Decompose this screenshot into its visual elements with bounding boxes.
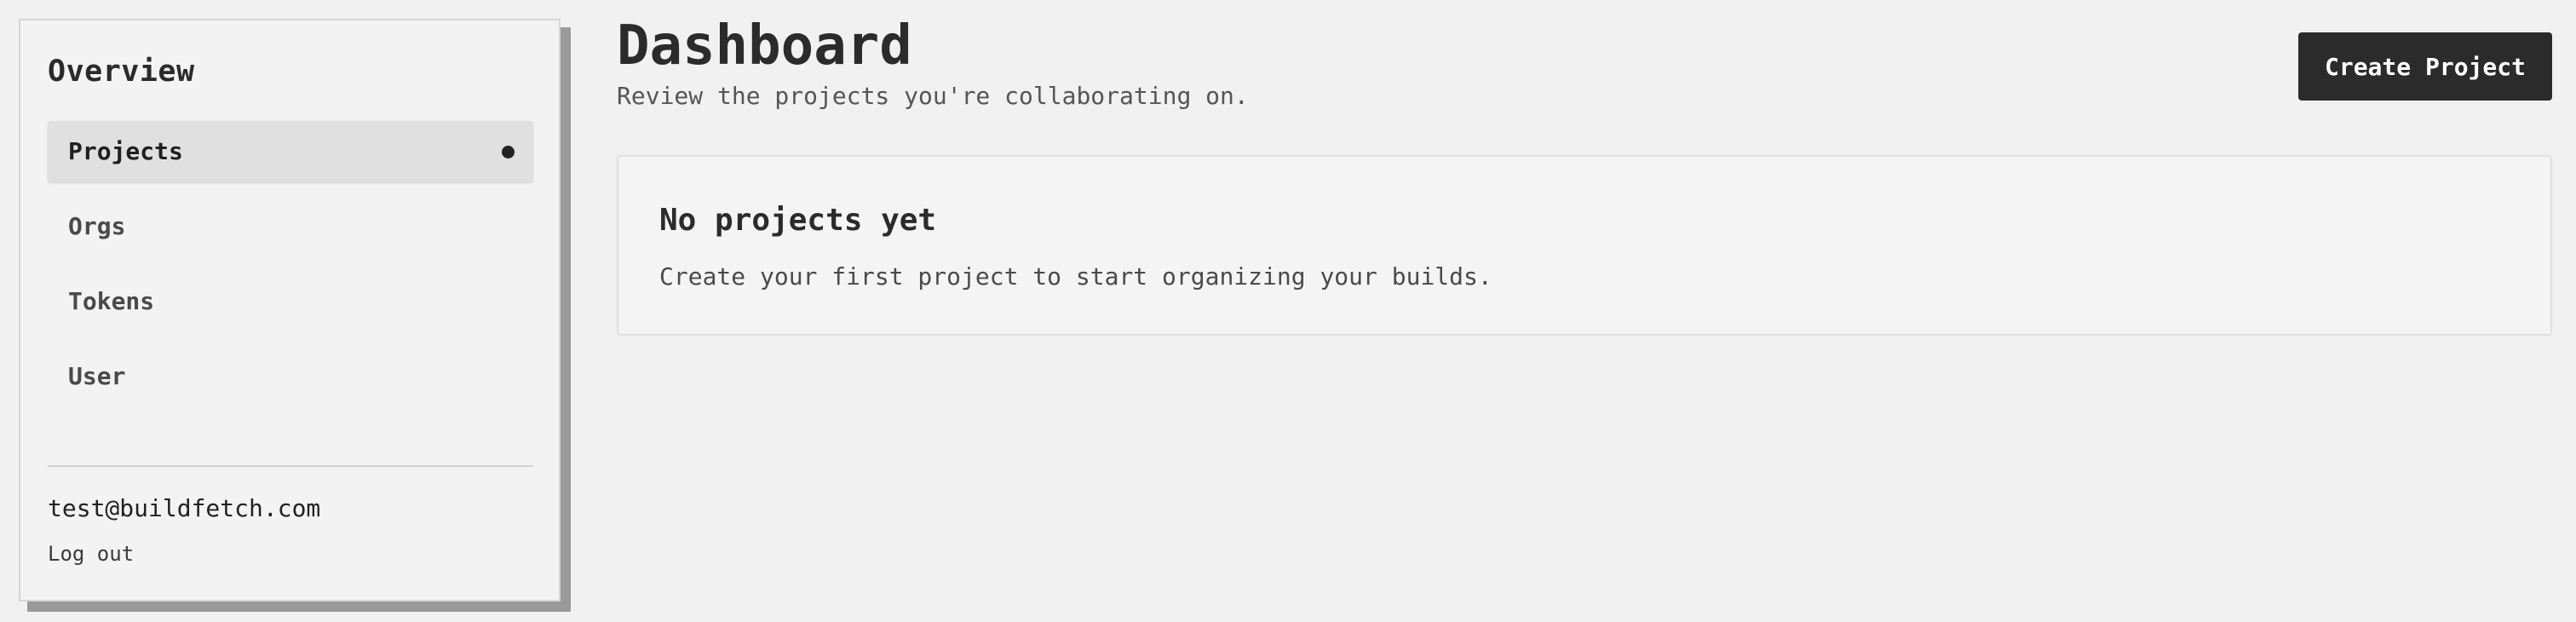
create-project-button[interactable]: Create Project [2298, 32, 2552, 101]
empty-state-card: No projects yet Create your first projec… [617, 155, 2552, 336]
sidebar-item-label: User [68, 362, 126, 390]
sidebar-nav: Projects Orgs Tokens User [48, 121, 533, 421]
sidebar-divider [48, 465, 533, 467]
active-indicator-dot [502, 146, 515, 158]
page-title: Dashboard [617, 14, 912, 78]
sidebar-item-orgs[interactable]: Orgs [48, 196, 533, 257]
sidebar-item-tokens[interactable]: Tokens [48, 271, 533, 332]
sidebar-item-label: Projects [68, 137, 183, 165]
empty-state-text: Create your first project to start organ… [659, 262, 1492, 291]
page-subtitle: Review the projects you're collaborating… [617, 82, 1249, 110]
logout-link[interactable]: Log out [48, 542, 134, 566]
empty-state-title: No projects yet [659, 203, 937, 238]
sidebar-heading: Overview [48, 55, 195, 89]
sidebar-item-user[interactable]: User [48, 346, 533, 407]
sidebar-item-label: Tokens [68, 287, 155, 315]
sidebar-item-label: Orgs [68, 212, 126, 240]
sidebar-item-projects[interactable]: Projects [48, 121, 533, 182]
sidebar: Overview Projects Orgs Tokens User test@… [19, 19, 561, 602]
user-email: test@buildfetch.com [48, 494, 321, 522]
